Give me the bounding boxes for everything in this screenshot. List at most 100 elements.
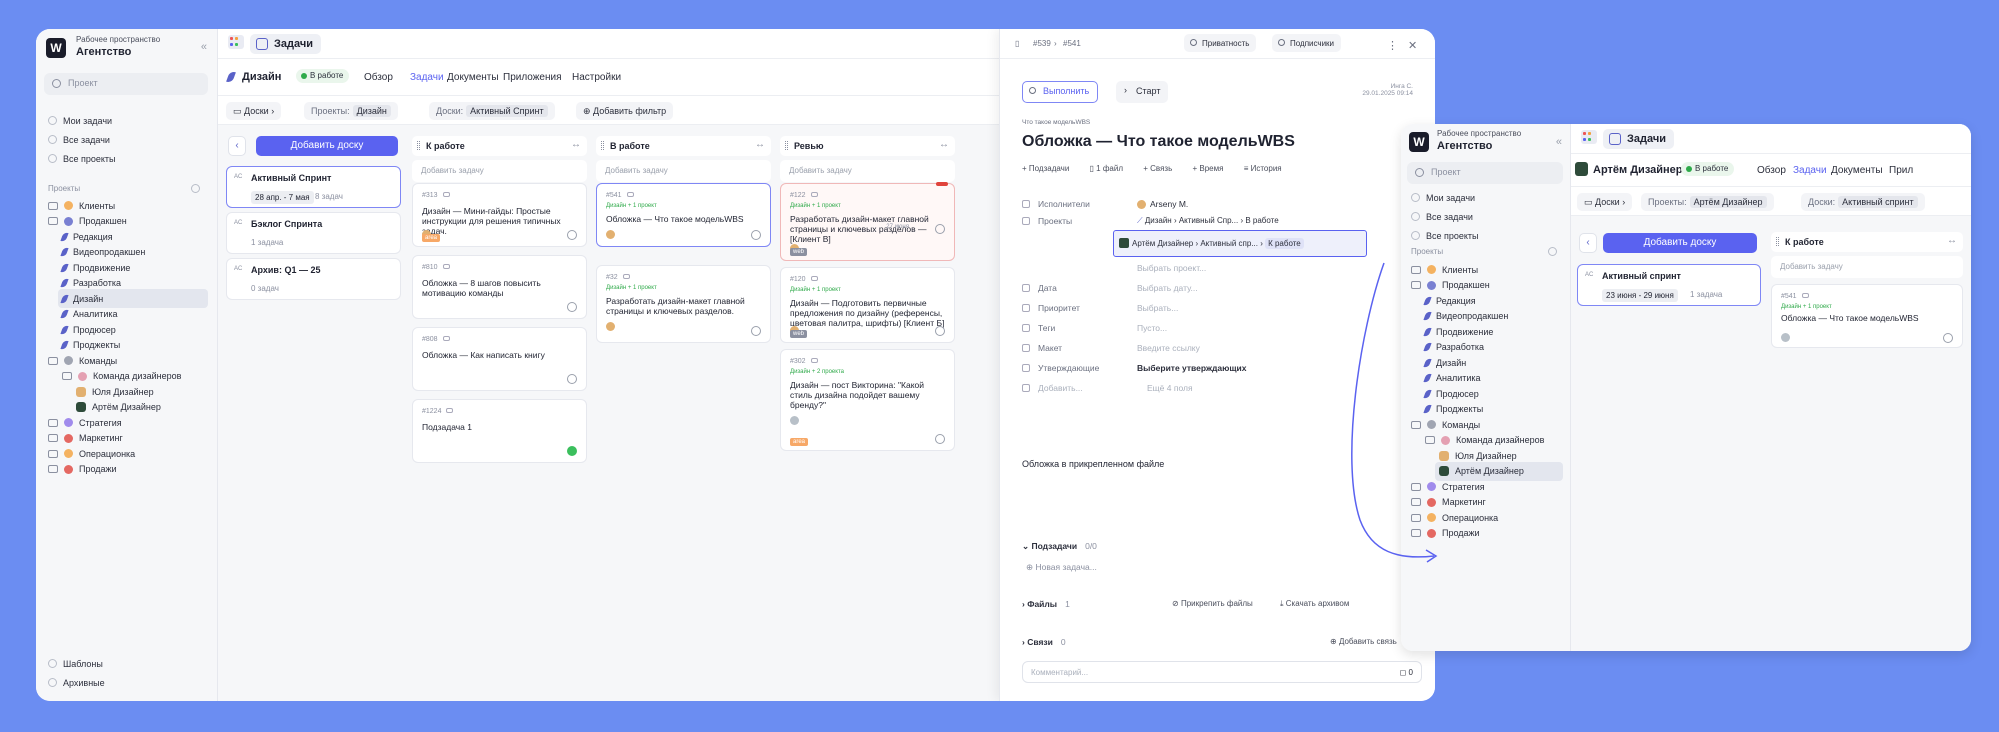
complete-checkbox[interactable] [567,302,577,312]
drag-handle-icon[interactable] [601,141,604,150]
filter-projects[interactable]: Проекты: Артём Дизайнер [1641,193,1774,211]
task-id-parent[interactable]: #539 [1033,39,1051,48]
action-subtasks[interactable]: + Подзадачи [1022,164,1078,173]
app-logo[interactable]: W [46,38,66,58]
nav-documents[interactable]: Документы [447,72,499,83]
collapse-sidebar-icon[interactable]: « [201,41,207,53]
task-card[interactable]: #808 Обложка — Как написать книгу [412,327,587,391]
complete-checkbox[interactable] [1943,333,1953,343]
back-button[interactable]: ‹ [228,136,246,156]
apps-grid-icon[interactable] [228,35,244,49]
complete-checkbox[interactable] [935,224,945,234]
status-badge[interactable]: В работе [296,69,350,83]
column-header[interactable]: К работе ↔ [412,136,587,156]
add-project-icon[interactable] [191,184,200,193]
boards-toggle[interactable]: ▭ Доски › [226,102,282,120]
app-logo[interactable]: W [1409,132,1429,152]
add-filter-button[interactable]: ⊕ Добавить фильтр [576,102,674,120]
nav-documents[interactable]: Документы [1831,165,1883,176]
task-card[interactable]: #541 Дизайн + 1 проект Обложка — Что так… [1771,284,1963,348]
nav-settings[interactable]: Настройки [572,72,621,83]
expand-icon[interactable]: ↔ [755,139,765,150]
nav-overview[interactable]: Обзор [1757,165,1786,176]
filter-boards[interactable]: Доски: Активный спринт [1801,193,1925,211]
task-description[interactable]: Обложка в прикрепленном файле [1022,459,1164,469]
task-breadcrumb[interactable]: Что такое модельWBS [1022,119,1090,126]
action-time[interactable]: + Время [1192,164,1232,173]
sidebar-item-all-tasks[interactable]: Все задачи [44,130,208,149]
nav-apps[interactable]: Приложения [503,72,562,83]
drag-handle-icon[interactable] [785,141,788,150]
task-card[interactable]: #120 Дизайн + 1 проект Дизайн — Подготовит… [780,267,955,343]
task-title[interactable]: Обложка — Что такое модельWBS [1022,133,1295,151]
sidebar-item-all-projects[interactable]: Все проекты [44,149,208,168]
sidebar-item-my-tasks[interactable]: Мои задачи [44,111,208,130]
back-button[interactable]: ‹ [1579,233,1597,253]
action-files[interactable]: ▯ 1 файл [1090,164,1132,173]
nav-tasks[interactable]: Задачи [410,72,444,83]
subscribers-button[interactable]: Подписчики [1272,34,1342,52]
drag-handle-icon[interactable] [1776,237,1779,246]
add-project-icon[interactable] [1548,247,1557,256]
more-fields[interactable]: Ещё 4 поля [1147,383,1193,393]
workspace-name[interactable]: Агентство [76,46,131,58]
apps-grid-icon[interactable] [1581,130,1597,144]
start-button[interactable]: › Старт [1116,81,1169,103]
complete-button[interactable]: Выполнить [1022,81,1099,103]
drag-handle-icon[interactable] [417,141,420,150]
sidebar-search-input[interactable]: Проект [1407,162,1563,184]
complete-checkbox[interactable] [751,230,761,240]
task-id[interactable]: #541 [1063,39,1081,48]
board-card[interactable]: AC Архив: Q1 — 25 0 задач [226,258,401,300]
add-task-button[interactable]: Добавить задачу [780,160,955,182]
sidebar-item-all-projects[interactable]: Все проекты [1407,226,1571,245]
add-board-button[interactable]: Добавить доску [1603,233,1757,253]
filter-boards[interactable]: Доски: Активный Спринт [429,102,555,120]
close-icon[interactable]: ✕ [1408,39,1417,52]
add-task-button[interactable]: Добавить задачу [412,160,587,182]
collapse-sidebar-icon[interactable]: « [1556,136,1562,148]
panel-layout-icon[interactable]: ▯ [1015,39,1019,48]
sidebar-item-my-tasks[interactable]: Мои задачи [1407,188,1571,207]
task-card[interactable]: #313 Дизайн — Мини-гайды: Простые инструк… [412,183,587,247]
complete-checkbox[interactable] [935,326,945,336]
complete-checkbox[interactable] [567,446,577,456]
status-badge[interactable]: В работе [1681,162,1735,176]
tab-tasks[interactable]: Задачи [250,34,321,54]
task-card[interactable]: #122 Дизайн + 1 проект Разработать дизайн-… [780,182,955,261]
task-card[interactable]: #32 Дизайн + 1 проект Разработать дизайн-м… [596,265,771,343]
complete-checkbox[interactable] [567,374,577,384]
add-task-button[interactable]: Добавить задачу [1771,256,1963,278]
expand-icon[interactable]: ↔ [571,139,581,150]
task-card[interactable]: #302 Дизайн + 2 проекта Дизайн — пост Викт… [780,349,955,451]
add-task-button[interactable]: Добавить задачу [596,160,771,182]
subtasks-section[interactable]: ⌄ Подзадачи 0/0 [1022,541,1097,552]
project-path-2[interactable]: Артём Дизайнер › Активный спр... › К раб… [1113,230,1367,257]
filter-projects[interactable]: Проекты: Дизайн [304,102,398,120]
sidebar-search-input[interactable]: Проект [44,73,208,95]
complete-checkbox[interactable] [935,434,945,444]
expand-icon[interactable]: ↔ [939,139,949,150]
action-link[interactable]: + Связь [1143,164,1181,173]
nav-apps[interactable]: Прил [1889,165,1913,176]
sidebar-item-archive[interactable]: Архивные [44,673,208,692]
board-card[interactable]: AC Активный Спринт 28 апр. - 7 мая 8 задач [226,166,401,208]
board-card[interactable]: AC Активный спринт 23 июня - 29 июня 1 з… [1577,264,1761,306]
new-subtask-input[interactable]: ⊕ Новая задача... [1026,562,1097,573]
expand-icon[interactable]: ↔ [1947,235,1957,246]
complete-checkbox[interactable] [567,230,577,240]
links-section[interactable]: › Связи 0 [1022,637,1066,647]
comment-input[interactable]: Комментарий... ◻ 0 [1022,661,1422,683]
task-card[interactable]: #541 Дизайн + 1 проект Обложка — Что такое… [596,183,771,247]
sidebar-item-all-tasks[interactable]: Все задачи [1407,207,1571,226]
sidebar-item-folder[interactable]: Продажи [44,460,208,479]
task-card[interactable]: #810 Обложка — 8 шагов повысить мотивацию… [412,255,587,319]
attach-files-button[interactable]: ⊘ Прикрепить файлы [1172,599,1253,608]
more-icon[interactable]: ⋮ [1387,39,1398,52]
download-archive-button[interactable]: ⤓ Скачать архивом [1280,599,1349,609]
add-link-button[interactable]: ⊕ Добавить связь [1330,637,1397,646]
sidebar-item-folder[interactable]: Продажи [1407,524,1563,543]
tab-tasks[interactable]: Задачи [1603,129,1674,149]
action-history[interactable]: ≡ История [1244,164,1291,173]
add-board-button[interactable]: Добавить доску [256,136,398,156]
